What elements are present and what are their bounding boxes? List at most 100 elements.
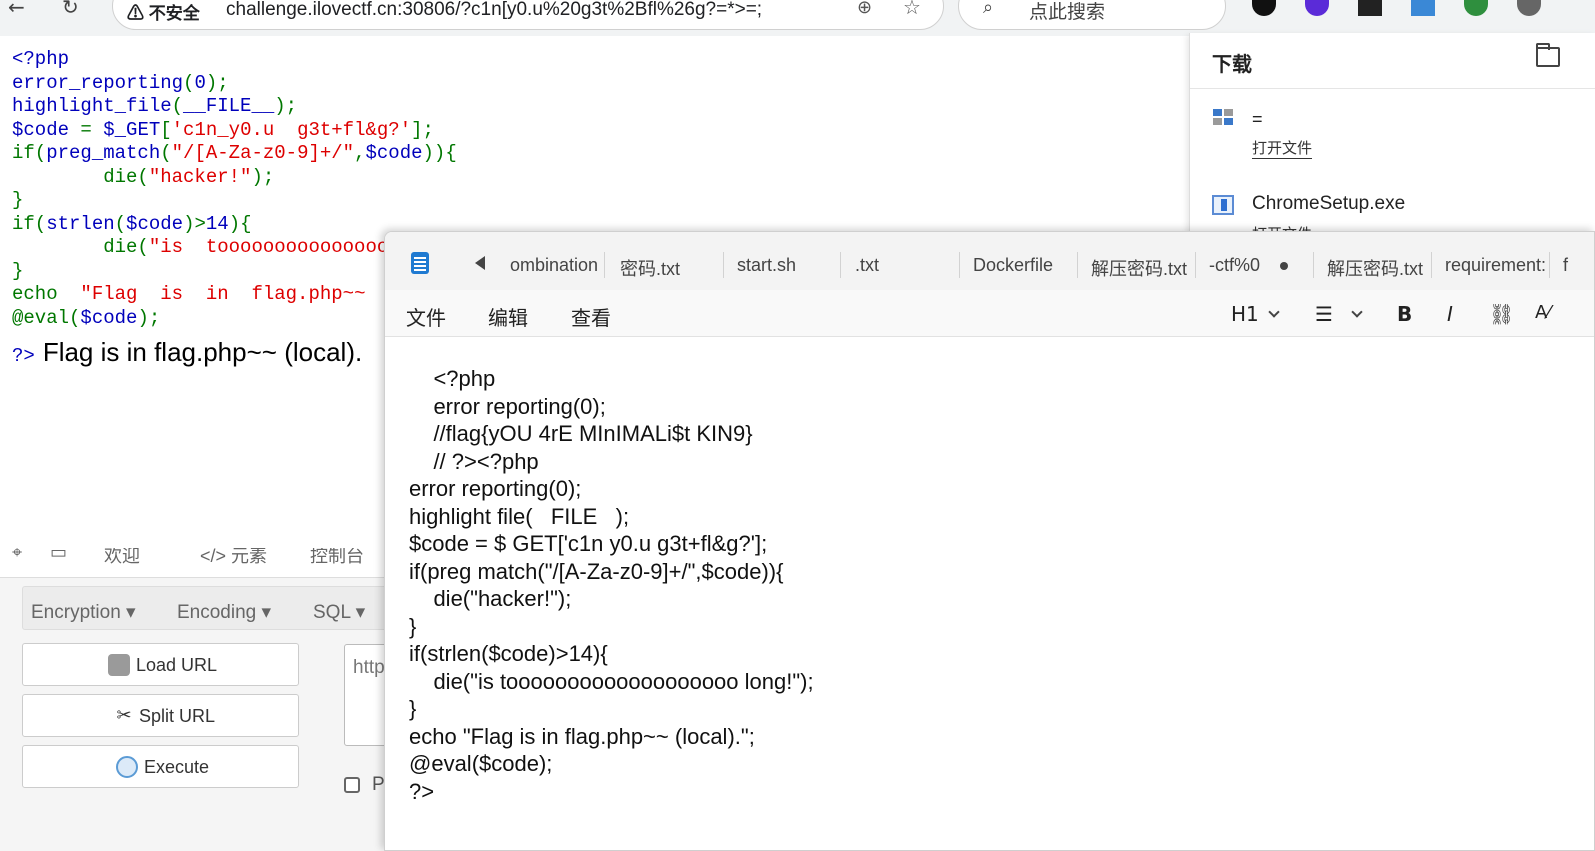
reload-icon[interactable]: ↻ <box>62 0 90 20</box>
hackbar-menubar: Encryption ▾ Encoding ▾ SQL ▾ <box>22 586 390 630</box>
devtools-tab-welcome[interactable]: 欢迎 <box>104 548 140 568</box>
code-token: )> <box>183 212 206 235</box>
tab-separator <box>1313 252 1314 278</box>
star-icon[interactable]: ☆ <box>903 0 921 20</box>
text-line: if(strlen($code)>14){ <box>409 641 608 666</box>
code-token: 'c1n_y0.u g3t+fl&g?' <box>171 118 412 141</box>
code-line: $code = $_GET['c1n_y0.u g3t+fl&g?']; <box>12 119 457 143</box>
downloads-title: 下载 <box>1212 54 1252 76</box>
tab-separator <box>1549 252 1550 278</box>
code-token: $_GET <box>103 118 161 141</box>
menu-edit[interactable]: 编辑 <box>488 302 528 331</box>
encoding-menu[interactable]: Encoding ▾ <box>177 601 271 624</box>
code-token: ( <box>171 95 184 117</box>
bold-button[interactable]: B <box>1397 302 1412 326</box>
tab-requirements[interactable]: requirement: <box>1445 255 1546 276</box>
php-output-message: Flag is in flag.php~~ (local). <box>42 337 363 367</box>
text-line: echo "Flag is in flag.php~~ (local)."; <box>409 723 755 749</box>
menu-view[interactable]: 查看 <box>571 302 611 331</box>
tab-separator <box>1195 252 1196 278</box>
tab-ctf[interactable]: -ctf%0 <box>1209 255 1260 276</box>
search-icon: ⌕ <box>983 0 994 17</box>
tab-overflow[interactable]: f <box>1563 255 1568 276</box>
extension-circle-icon[interactable] <box>1252 0 1276 16</box>
text-line: die("hacker!"); <box>409 586 572 611</box>
text-line: ?> <box>409 778 435 804</box>
download-item-name[interactable]: ChromeSetup.exe <box>1252 193 1405 215</box>
post-data-checkbox[interactable] <box>344 777 360 793</box>
notepad-tabbar: ombination 密码.txt start.sh .txt Dockerfi… <box>385 232 1594 290</box>
devtools-inspect-icon[interactable]: ⌖ <box>12 548 22 563</box>
execute-icon <box>116 756 138 778</box>
code-token: $code <box>80 306 138 329</box>
code-token: ); <box>274 95 298 117</box>
code-line: highlight_file(__FILE__); <box>12 95 457 119</box>
text-line: } <box>409 613 417 639</box>
extension-green-icon[interactable] <box>1464 0 1488 16</box>
sql-menu[interactable]: SQL ▾ <box>313 601 365 624</box>
extensions-puzzle-icon[interactable] <box>1517 0 1541 16</box>
tab-password[interactable]: 密码.txt <box>620 255 680 281</box>
code-token: ]; <box>411 118 434 141</box>
back-icon[interactable]: ← <box>8 0 36 20</box>
heading-dropdown[interactable]: H1 <box>1231 302 1259 326</box>
code-token: error_reporting <box>12 71 184 94</box>
clear-format-icon[interactable]: A⁄ <box>1535 302 1550 323</box>
zoom-icon[interactable]: ⊕ <box>857 0 872 18</box>
folder-icon[interactable] <box>1536 43 1560 67</box>
tab-separator <box>1077 252 1078 278</box>
tab-separator <box>1431 252 1432 278</box>
devtools-tab-console[interactable]: 控制台 <box>310 548 364 568</box>
link-icon[interactable]: ⛓ <box>1489 302 1514 326</box>
extension-download-icon[interactable] <box>1411 0 1435 16</box>
code-token: $code <box>365 142 423 164</box>
chevron-down-icon[interactable] <box>1351 306 1363 318</box>
devtools-device-icon[interactable]: ▭ <box>50 548 67 563</box>
divider <box>1190 88 1595 89</box>
security-label: 不安全 <box>148 4 200 23</box>
code-token: ( <box>114 212 127 235</box>
text-line: <?php <box>409 366 496 391</box>
chevron-down-icon[interactable] <box>1268 306 1280 318</box>
list-icon[interactable]: ☰ <box>1315 302 1333 326</box>
url-text[interactable]: challenge.ilovectf.cn:30806/?c1n[y0.u%20… <box>226 0 762 21</box>
encryption-menu[interactable]: Encryption ▾ <box>31 601 136 624</box>
download-item-name[interactable]: = <box>1252 109 1263 130</box>
code-token: [ <box>160 118 172 141</box>
search-box[interactable]: ⌕ 点此搜索 <box>958 0 1226 30</box>
split-url-button[interactable]: ✂ Split URL <box>22 694 299 737</box>
security-warning[interactable]: ⚠ 不安全 <box>127 0 200 24</box>
file-icon <box>1213 109 1233 125</box>
tab-unzip-password[interactable]: 解压密码.txt <box>1091 255 1187 281</box>
code-token: strlen <box>46 212 115 235</box>
extension-scissors-icon[interactable] <box>1358 0 1382 16</box>
address-bar[interactable]: ⚠ 不安全 challenge.ilovectf.cn:30806/?c1n[y… <box>112 0 944 30</box>
split-url-label: Split URL <box>139 706 216 726</box>
code-token: die( <box>12 165 149 188</box>
code-token: if( <box>12 142 47 164</box>
text-line: error reporting(0); <box>409 476 582 501</box>
notepad-menubar: 文件 编辑 查看 H1 ☰ B I ⛓ A⁄ <box>385 290 1594 337</box>
open-file-link[interactable]: 打开文件 <box>1252 137 1313 159</box>
code-token: highlight_file <box>12 95 172 117</box>
code-token: ); <box>251 165 275 188</box>
code-token: <?php <box>12 48 70 70</box>
load-url-button[interactable]: Load URL <box>22 643 299 686</box>
notepad-text-area[interactable]: <?php error reporting(0); //flag{yOU 4rE… <box>409 365 814 805</box>
tab-unzip-password-2[interactable]: 解压密码.txt <box>1327 255 1423 281</box>
tab-start-sh[interactable]: start.sh <box>737 255 796 276</box>
php-close-tag: ?> <box>12 345 35 367</box>
tab-separator <box>840 252 841 278</box>
tab-ombination[interactable]: ombination <box>510 255 598 276</box>
code-token: $code <box>126 212 184 235</box>
tab-txt[interactable]: .txt <box>855 255 879 276</box>
italic-button[interactable]: I <box>1447 302 1453 326</box>
tab-dockerfile[interactable]: Dockerfile <box>973 255 1053 276</box>
menu-file[interactable]: 文件 <box>406 302 446 331</box>
execute-button[interactable]: Execute <box>22 745 299 788</box>
scroll-tabs-left-icon[interactable] <box>475 256 485 270</box>
code-token: @eval( <box>12 306 81 329</box>
extension-layers-icon[interactable] <box>1305 0 1329 16</box>
devtools-tab-elements[interactable]: </> 元素 <box>200 548 267 568</box>
code-token: "Flag is in flag.php~~ (lo <box>80 283 423 305</box>
